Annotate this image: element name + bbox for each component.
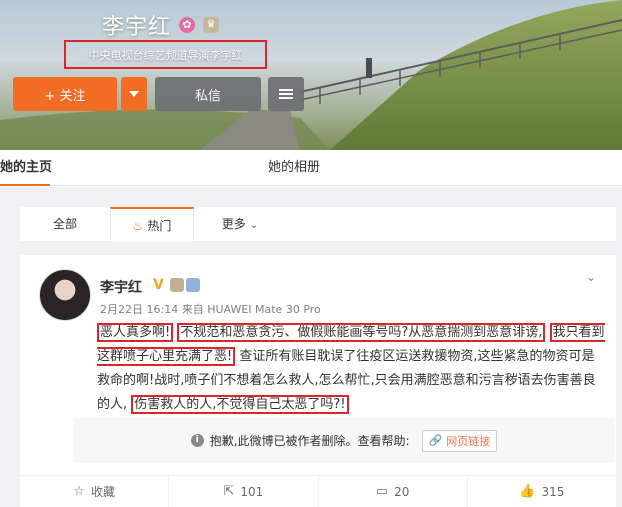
star-icon: ☆ xyxy=(73,484,85,499)
profile-nav: 她的主页 她的相册 xyxy=(0,150,622,186)
tab-home[interactable]: 她的主页 xyxy=(0,150,60,186)
filter-tab-more[interactable]: 更多 ⌄ xyxy=(210,207,270,242)
avatar[interactable] xyxy=(39,269,91,321)
filter-tab-all-label: 全部 xyxy=(52,217,77,231)
verified-v-icon[interactable]: V xyxy=(153,277,164,293)
chevron-down-icon[interactable]: ⌄ xyxy=(586,270,598,284)
web-link[interactable]: 🔗 网页链接 xyxy=(421,429,498,452)
thumbs-up-icon: 👍 xyxy=(519,484,536,499)
deleted-notice-text: 抱歉,此微博已被作者删除。查看帮助: xyxy=(209,434,410,448)
caret-down-icon xyxy=(129,91,139,97)
post-source[interactable]: HUAWEI Mate 30 Pro xyxy=(207,303,321,316)
profile-name-row: 李宇红 ✿ ♛ xyxy=(102,10,220,40)
info-icon: i xyxy=(190,434,204,447)
post-source-prefix: 来自 xyxy=(181,303,204,316)
banner-background-image xyxy=(0,0,622,150)
follow-options-button[interactable] xyxy=(121,77,147,111)
filter-tab-hot[interactable]: ♨ 热门 xyxy=(110,207,194,242)
comment-icon: ▭ xyxy=(375,484,389,499)
comment-count: 20 xyxy=(394,484,410,499)
link-icon: 🔗 xyxy=(428,434,443,447)
more-menu-button[interactable] xyxy=(268,77,304,111)
flame-icon: ♨ xyxy=(132,219,144,233)
like-button[interactable]: 👍 315 xyxy=(468,476,616,507)
post-author[interactable]: 李宇红 xyxy=(100,277,142,297)
filter-tab-more-label: 更多 xyxy=(221,217,246,231)
profile-bio: 中央电视台综艺频道导演李宇红 xyxy=(88,48,243,62)
hamburger-icon xyxy=(279,89,293,99)
message-button[interactable]: 私信 xyxy=(155,77,261,111)
tab-album[interactable]: 她的相册 xyxy=(268,150,328,186)
favorite-button[interactable]: ☆ 收藏 xyxy=(20,476,170,507)
bio-highlight-box: 中央电视台综艺频道导演李宇红 xyxy=(64,40,267,69)
like-count: 315 xyxy=(541,484,565,499)
highlighted-text: 伤害救人的人,不觉得自己太恶了吗?! xyxy=(131,395,349,414)
member-crown-icon[interactable] xyxy=(170,278,184,292)
post-text: 恶人真多啊! 不规范和恶意贪污、做假账能画等号吗?从恶意揣测到恶意诽谤, 我只看… xyxy=(97,321,607,417)
filter-tab-hot-label: 热门 xyxy=(147,219,172,233)
feed-filter-bar: 全部 ♨ 热门 更多 ⌄ xyxy=(20,207,616,242)
post-meta: 2月22日 16:14 来自 HUAWEI Mate 30 Pro xyxy=(100,301,321,317)
repost-button[interactable]: ⇱ 101 xyxy=(169,476,319,507)
verified-pink-icon[interactable]: ✿ xyxy=(179,17,196,33)
highlighted-text: 恶人真多啊! xyxy=(97,323,174,342)
filter-tab-all[interactable]: 全部 xyxy=(20,207,110,242)
chevron-down-icon: ⌄ xyxy=(249,220,259,231)
deleted-notice: i 抱歉,此微博已被作者删除。查看帮助: 🔗 网页链接 xyxy=(74,418,614,463)
profile-name: 李宇红 xyxy=(102,15,172,40)
web-link-label: 网页链接 xyxy=(446,434,491,448)
highlighted-text: 不规范和恶意贪污、做假账能画等号吗?从恶意揣测到恶意诽谤, xyxy=(177,323,546,342)
profile-banner: 李宇红 ✿ ♛ 中央电视台综艺频道导演李宇红 + 关注 私信 xyxy=(0,0,622,150)
favorite-label: 收藏 xyxy=(90,485,115,499)
repost-icon: ⇱ xyxy=(223,484,235,499)
member-crown-icon[interactable]: ♛ xyxy=(203,17,220,33)
post-time[interactable]: 2月22日 16:14 xyxy=(100,303,178,316)
fan-badge-icon[interactable] xyxy=(186,278,200,292)
post-card: 李宇红 V 2月22日 16:14 来自 HUAWEI Mate 30 Pro … xyxy=(20,255,616,507)
comment-button[interactable]: ▭ 20 xyxy=(319,476,468,507)
follow-button[interactable]: + 关注 xyxy=(13,77,117,111)
post-actions: ☆ 收藏 ⇱ 101 ▭ 20 👍 315 xyxy=(20,475,616,507)
repost-count: 101 xyxy=(240,484,264,499)
